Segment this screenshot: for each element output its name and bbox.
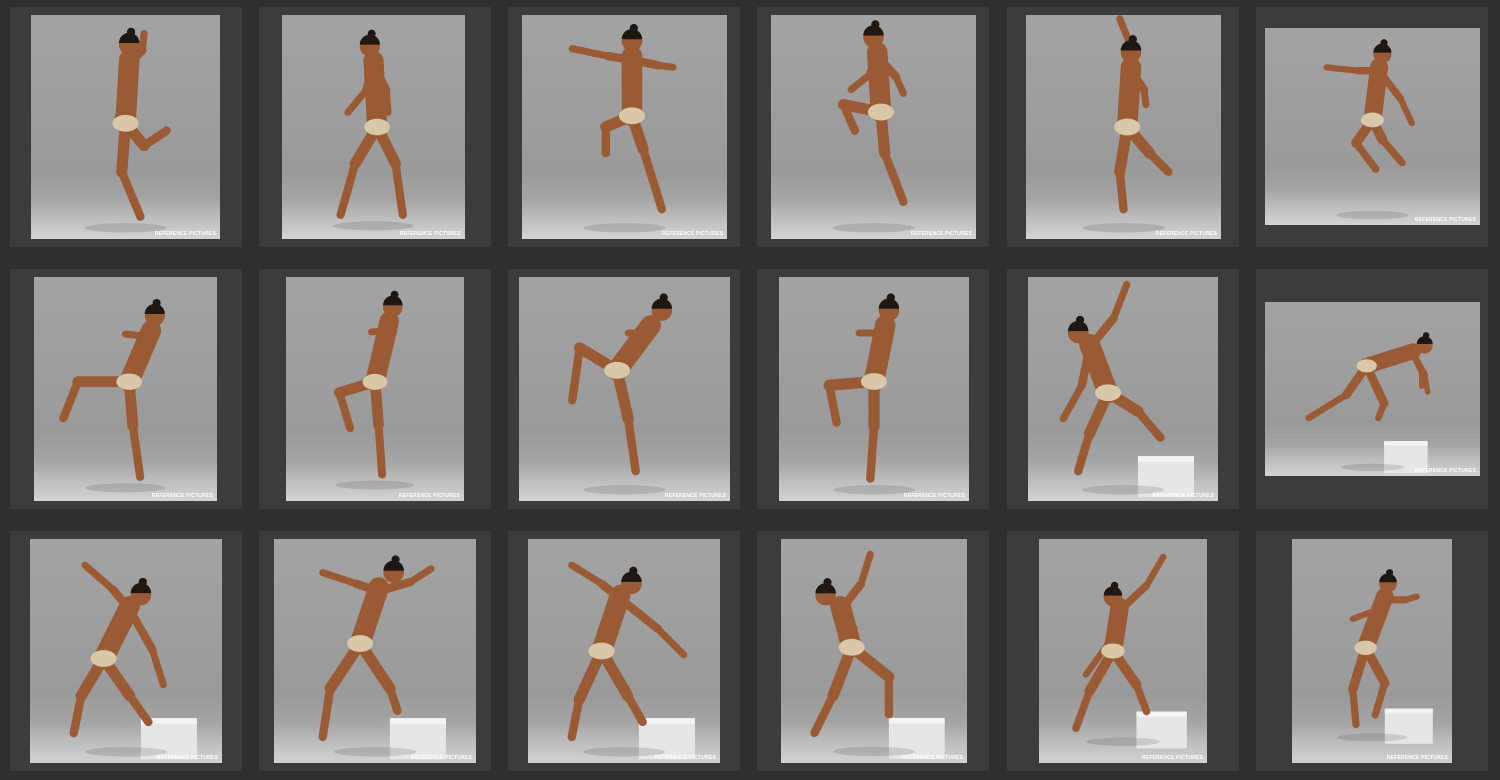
watermark-label: REFERENCE PICTURES xyxy=(903,493,965,499)
model-figure xyxy=(1305,332,1433,474)
model-figure xyxy=(567,561,695,760)
pose-photo-thumbnail[interactable]: REFERENCE PICTURES xyxy=(519,277,730,501)
pose-photo-thumbnail[interactable]: REFERENCE PICTURES xyxy=(522,15,727,239)
pose-photo-thumbnail[interactable]: REFERENCE PICTURES xyxy=(1265,302,1480,476)
watermark-label: REFERENCE PICTURES xyxy=(654,755,716,761)
gallery-tile[interactable]: REFERENCE PICTURES xyxy=(10,269,242,509)
watermark-label: REFERENCE PICTURES xyxy=(664,493,726,499)
model-figure xyxy=(810,550,945,759)
gallery-tile[interactable]: REFERENCE PICTURES xyxy=(1007,7,1239,247)
watermark-label: REFERENCE PICTURES xyxy=(1414,217,1476,223)
watermark-label: REFERENCE PICTURES xyxy=(1141,755,1203,761)
model-figure xyxy=(59,298,166,493)
gallery-tile[interactable]: REFERENCE PICTURES xyxy=(10,7,242,247)
watermark-label: REFERENCE PICTURES xyxy=(399,231,461,237)
watermark-label: REFERENCE PICTURES xyxy=(1152,493,1214,499)
pose-photo-thumbnail[interactable]: REFERENCE PICTURES xyxy=(528,539,720,763)
pose-photo-thumbnail[interactable]: REFERENCE PICTURES xyxy=(31,15,220,239)
pose-photo-thumbnail[interactable]: REFERENCE PICTURES xyxy=(34,277,217,501)
gallery-tile[interactable]: REFERENCE PICTURES xyxy=(1007,269,1239,509)
model-figure xyxy=(568,23,677,233)
watermark-label: REFERENCE PICTURES xyxy=(410,755,472,761)
gallery-tile[interactable]: REFERENCE PICTURES xyxy=(259,531,491,771)
gallery-tile[interactable]: REFERENCE PICTURES xyxy=(757,269,989,509)
gallery-tile[interactable]: REFERENCE PICTURES xyxy=(1256,531,1488,771)
model-figure xyxy=(823,293,916,495)
pose-photo-thumbnail[interactable]: REFERENCE PICTURES xyxy=(781,539,967,763)
gallery-tile[interactable]: REFERENCE PICTURES xyxy=(259,7,491,247)
pose-photo-thumbnail[interactable]: REFERENCE PICTURES xyxy=(1028,277,1218,501)
watermark-label: REFERENCE PICTURES xyxy=(1155,231,1217,237)
model-figure xyxy=(1059,280,1194,498)
gallery-tile[interactable]: REFERENCE PICTURES xyxy=(10,531,242,771)
gallery-tile[interactable]: REFERENCE PICTURES xyxy=(1256,269,1488,509)
gallery-tile[interactable]: REFERENCE PICTURES xyxy=(508,7,740,247)
gallery-tile[interactable]: REFERENCE PICTURES xyxy=(508,531,740,771)
pose-photo-thumbnail[interactable]: REFERENCE PICTURES xyxy=(1265,28,1480,225)
pose-photo-thumbnail[interactable]: REFERENCE PICTURES xyxy=(1026,15,1221,239)
model-figure xyxy=(1082,15,1173,233)
pose-photo-thumbnail[interactable]: REFERENCE PICTURES xyxy=(282,15,465,239)
watermark-label: REFERENCE PICTURES xyxy=(156,755,218,761)
model-figure xyxy=(1072,553,1187,749)
pose-photo-thumbnail[interactable]: REFERENCE PICTURES xyxy=(1292,539,1452,763)
gallery-tile[interactable]: REFERENCE PICTURES xyxy=(508,269,740,509)
pose-photo-thumbnail[interactable]: REFERENCE PICTURES xyxy=(286,277,464,501)
watermark-label: REFERENCE PICTURES xyxy=(154,231,216,237)
model-figure xyxy=(1323,39,1416,220)
model-figure xyxy=(568,293,673,495)
pose-photo-thumbnail[interactable]: REFERENCE PICTURES xyxy=(1039,539,1207,763)
pose-photo-thumbnail[interactable]: REFERENCE PICTURES xyxy=(779,277,969,501)
pose-photo-thumbnail[interactable]: REFERENCE PICTURES xyxy=(771,15,976,239)
model-figure xyxy=(333,29,414,231)
gallery-tile[interactable]: REFERENCE PICTURES xyxy=(1007,531,1239,771)
gallery-tile[interactable]: REFERENCE PICTURES xyxy=(1256,7,1488,247)
model-figure xyxy=(1336,569,1433,744)
model-figure xyxy=(832,20,915,233)
watermark-label: REFERENCE PICTURES xyxy=(1414,468,1476,474)
gallery-tile[interactable]: REFERENCE PICTURES xyxy=(757,7,989,247)
watermark-label: REFERENCE PICTURES xyxy=(901,755,963,761)
watermark-label: REFERENCE PICTURES xyxy=(661,231,723,237)
model-figure xyxy=(318,555,446,760)
gallery-tile[interactable]: REFERENCE PICTURES xyxy=(259,269,491,509)
model-figure xyxy=(84,27,171,233)
gallery-tile[interactable]: REFERENCE PICTURES xyxy=(757,531,989,771)
model-figure xyxy=(69,561,197,760)
watermark-label: REFERENCE PICTURES xyxy=(398,493,460,499)
pose-photo-thumbnail[interactable]: REFERENCE PICTURES xyxy=(274,539,476,763)
watermark-label: REFERENCE PICTURES xyxy=(1386,755,1448,761)
pose-photo-thumbnail[interactable]: REFERENCE PICTURES xyxy=(30,539,222,763)
watermark-label: REFERENCE PICTURES xyxy=(910,231,972,237)
watermark-label: REFERENCE PICTURES xyxy=(151,493,213,499)
photo-gallery-grid: REFERENCE PICTURES REFERENCE PICTURES REFE… xyxy=(0,0,1500,780)
model-figure xyxy=(334,290,415,490)
